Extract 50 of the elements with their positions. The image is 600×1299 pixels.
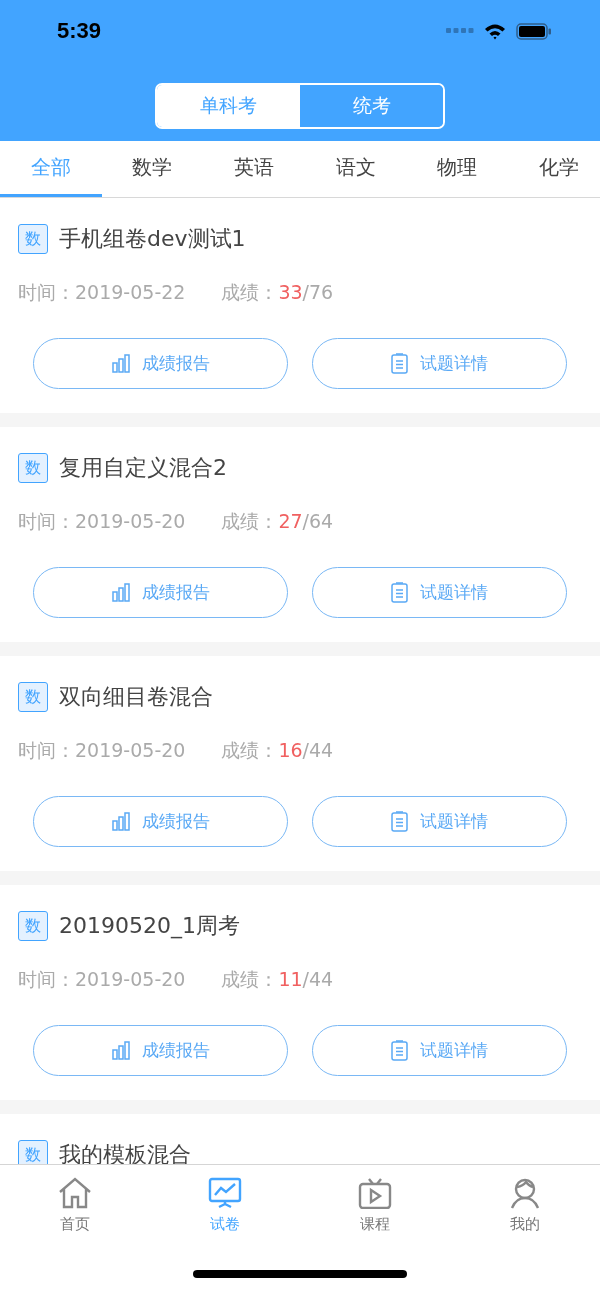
report-button[interactable]: 成绩报告: [33, 567, 288, 618]
details-button[interactable]: 试题详情: [312, 796, 567, 847]
exam-score: 成绩：33/76: [221, 280, 334, 305]
exam-score: 成绩：16/44: [221, 738, 334, 763]
battery-icon: [516, 22, 552, 40]
exam-score: 成绩：27/64: [221, 509, 334, 534]
exam-score: 成绩：11/44: [221, 967, 334, 992]
nav-tab[interactable]: 我的: [475, 1177, 575, 1234]
document-icon: [391, 811, 408, 832]
subject-badge: 数: [18, 682, 48, 712]
exam-date: 时间：2019-05-20: [18, 967, 186, 992]
document-icon: [391, 582, 408, 603]
subject-badge: 数: [18, 1140, 48, 1164]
details-button[interactable]: 试题详情: [312, 338, 567, 389]
report-button[interactable]: 成绩报告: [33, 1025, 288, 1076]
report-button[interactable]: 成绩报告: [33, 796, 288, 847]
home-icon: [58, 1177, 92, 1209]
bar-chart-icon: [111, 354, 130, 373]
exam-card[interactable]: 数 双向细目卷混合 时间：2019-05-20 成绩：16/44 成绩报告 试题详情: [0, 656, 600, 871]
wifi-icon: [484, 22, 506, 40]
nav-tab[interactable]: 课程: [325, 1177, 425, 1234]
report-button[interactable]: 成绩报告: [33, 338, 288, 389]
status-time: 5:39: [57, 18, 102, 44]
subject-badge: 数: [18, 453, 48, 483]
exam-title: 20190520_1周考: [59, 912, 240, 941]
nav-tab[interactable]: 首页: [25, 1177, 125, 1234]
bar-chart-icon: [111, 812, 130, 831]
signal-icon: [446, 28, 474, 34]
exam-title: 手机组卷dev测试1: [59, 225, 246, 253]
document-icon: [391, 1040, 408, 1061]
details-button[interactable]: 试题详情: [312, 1025, 567, 1076]
exam-title: 双向细目卷混合: [59, 683, 213, 711]
nav-tab[interactable]: 试卷: [175, 1177, 275, 1234]
exam-title: 复用自定义混合2: [59, 454, 227, 482]
exam-card[interactable]: 数 20190520_1周考 时间：2019-05-20 成绩：11/44 成绩报告 试题详情: [0, 885, 600, 1100]
exam-date: 时间：2019-05-20: [18, 509, 186, 534]
document-icon: [391, 353, 408, 374]
subject-badge: 数: [18, 911, 48, 941]
exam-date: 时间：2019-05-22: [18, 280, 186, 305]
presentation-chart-icon: [208, 1177, 242, 1209]
subject-badge: 数: [18, 224, 48, 254]
details-button[interactable]: 试题详情: [312, 567, 567, 618]
exam-card[interactable]: 数 复用自定义混合2 时间：2019-05-20 成绩：27/64 成绩报告 试题详情: [0, 427, 600, 642]
person-icon: [508, 1177, 542, 1209]
exam-date: 时间：2019-05-20: [18, 738, 186, 763]
tv-play-icon: [358, 1177, 392, 1209]
bar-chart-icon: [111, 1041, 130, 1060]
exam-card[interactable]: 数 手机组卷dev测试1 时间：2019-05-22 成绩：33/76 成绩报告 试题详情: [0, 198, 600, 413]
segment-tab[interactable]: 单科考: [157, 85, 300, 127]
bar-chart-icon: [111, 583, 130, 602]
